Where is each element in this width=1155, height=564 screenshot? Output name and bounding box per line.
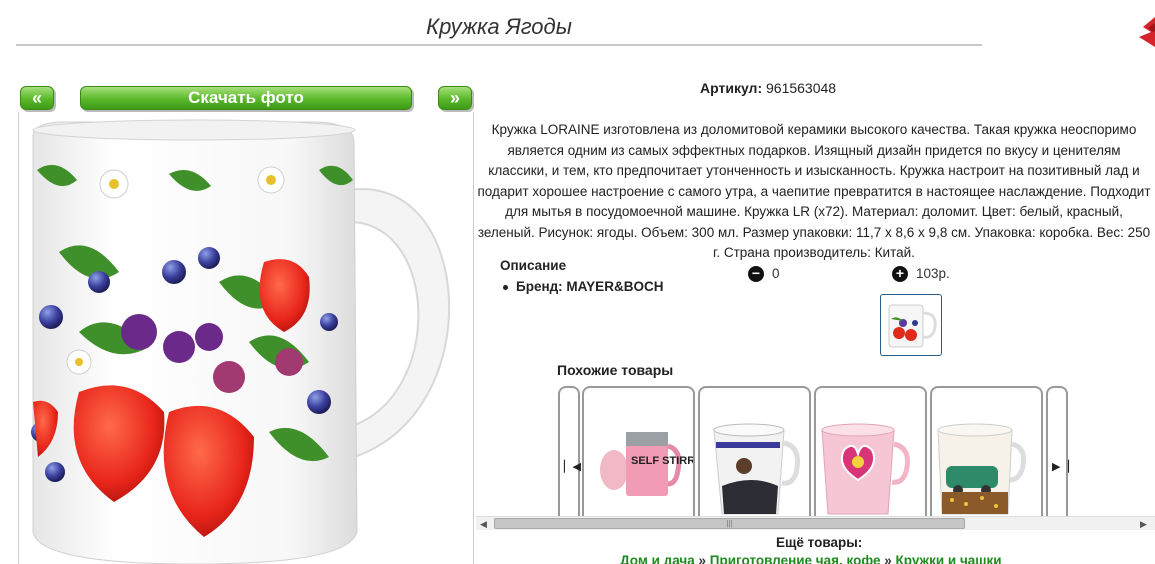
plus-icon[interactable]: +: [892, 266, 908, 283]
product-description: Кружка LORAINE изготовлена из доломитово…: [477, 122, 1151, 260]
brand-label: Бренд: MAYER&BOCH: [516, 279, 664, 294]
bullet-icon: [503, 284, 508, 290]
plus-value: 103р.: [916, 266, 950, 281]
minus-count: 0: [772, 266, 780, 281]
coffee-mug-image: [713, 423, 800, 515]
carousel-prev-button[interactable]: ▏◀: [558, 386, 581, 518]
article-line: Артикул: 961563048: [700, 80, 836, 96]
scrollbar-thumb[interactable]: |||: [494, 518, 965, 529]
similar-item-4[interactable]: [930, 386, 1043, 518]
carousel-scrollbar[interactable]: ◀ ||| ▶: [476, 516, 1155, 530]
thumbnail-image: [888, 304, 937, 348]
similar-item-1[interactable]: SELF STIRRING MUG: [582, 386, 695, 518]
similar-heading: Похожие товары: [557, 362, 674, 378]
vote-minus: −0: [748, 266, 780, 283]
product-photo: [18, 112, 474, 564]
vote-plus: +103р.: [892, 266, 950, 283]
crumb-home-garden[interactable]: Дом и дача: [620, 553, 695, 564]
carousel-next-button[interactable]: ▶▕: [1046, 386, 1069, 518]
close-icon[interactable]: [1139, 17, 1155, 47]
crumb-separator: »: [698, 553, 707, 564]
more-items-heading: Ещё товары:: [776, 535, 863, 550]
mug-image: [31, 119, 451, 564]
scroll-left-icon[interactable]: ◀: [480, 519, 487, 530]
self-stirring-mug-label: SELF STIRRING MUG: [631, 455, 693, 467]
title-divider: [16, 44, 982, 46]
article-value: 961563048: [766, 80, 837, 96]
car-mug-image: [937, 423, 1027, 515]
next-photo-button[interactable]: »: [438, 86, 472, 110]
brand-item: Бренд: MAYER&BOCH: [503, 279, 663, 294]
download-photo-button[interactable]: Скачать фото: [80, 86, 412, 110]
prev-photo-button[interactable]: «: [20, 86, 54, 110]
similar-item-3[interactable]: [814, 386, 927, 518]
article-label: Артикул:: [700, 80, 763, 96]
crumb-tea-coffee[interactable]: Приготовление чая, кофе: [710, 553, 881, 564]
category-breadcrumb: Дом и дача » Приготовление чая, кофе » К…: [620, 553, 1002, 564]
crumb-mugs-cups[interactable]: Кружки и чашки: [896, 553, 1002, 564]
similar-item-2[interactable]: [698, 386, 811, 518]
heart-mug-image: [821, 423, 910, 515]
page-title: Кружка Ягоды: [426, 14, 572, 39]
minus-icon[interactable]: −: [748, 266, 764, 283]
photo-thumbnail[interactable]: [880, 294, 942, 356]
self-stirring-mug-image: SELF STIRRING MUG: [600, 432, 693, 496]
scroll-right-icon[interactable]: ▶: [1140, 519, 1147, 530]
crumb-separator: »: [884, 553, 892, 564]
description-heading: Описание: [500, 258, 567, 273]
skip-back-icon: ▏◀: [564, 461, 581, 473]
skip-forward-icon: ▶▕: [1052, 461, 1069, 473]
similar-carousel: ▏◀ SELF STIRRING MUG: [478, 386, 1153, 518]
